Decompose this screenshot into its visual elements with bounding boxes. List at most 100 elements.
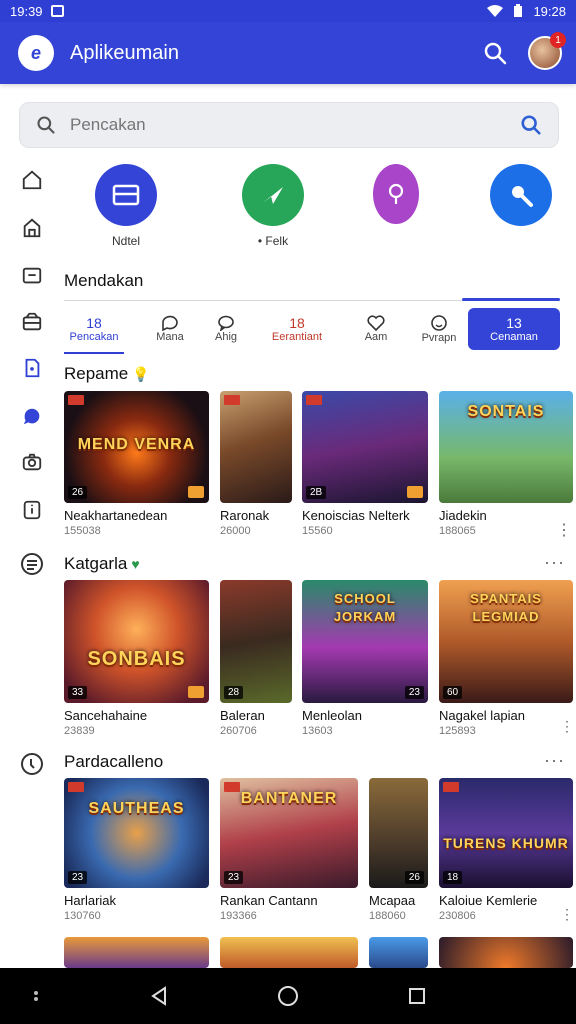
flag-icon: [68, 782, 84, 792]
status-clock-right: 19:28: [533, 3, 566, 19]
list-icon[interactable]: [18, 550, 46, 578]
game-thumbnail[interactable]: 28: [220, 580, 292, 703]
game-thumbnail[interactable]: 2B: [302, 391, 428, 503]
game-downloads: 193366: [220, 910, 257, 922]
system-nav-bar: [0, 968, 576, 1024]
game-downloads: 230806: [439, 910, 476, 922]
tab-pencakan[interactable]: 18 Pencakan: [60, 308, 128, 354]
game-card[interactable]: SONTAIS Jiadekin 188065: [439, 391, 573, 537]
section-title-pardacalleno: Pardacalleno: [64, 752, 164, 771]
game-name: Sancehahaine: [64, 708, 148, 723]
tab-pvrapn[interactable]: Pvrapn: [412, 308, 466, 350]
game-downloads: 15560: [302, 525, 333, 537]
game-card-partial[interactable]: [439, 937, 573, 968]
game-name: Kaloiue Kemlerie: [439, 893, 538, 908]
game-card[interactable]: Raronak 26000: [220, 391, 292, 537]
app-title: Aplikeumain: [70, 41, 179, 64]
search-icon: [484, 42, 507, 65]
game-thumbnail[interactable]: SAUTHEAS 23: [64, 778, 209, 888]
game-card-partial[interactable]: [369, 937, 428, 968]
tab-ahig[interactable]: Ahig: [200, 308, 252, 350]
key-icon: [490, 164, 552, 226]
section-title-text: Mendakan: [64, 271, 144, 290]
status-bar: 19:39 19:28: [0, 0, 576, 22]
game-thumbnail[interactable]: BANTANER 23: [220, 778, 358, 888]
recents-icon[interactable]: [403, 982, 431, 1010]
game-thumbnail[interactable]: SCHOOL JORKAM 23: [302, 580, 428, 703]
game-card[interactable]: BANTANER 23 Rankan Cantann 193366: [220, 778, 358, 922]
message-icon[interactable]: [18, 262, 46, 290]
info-icon[interactable]: [18, 496, 46, 524]
app-bar: e Aplikeumain 1: [0, 22, 576, 84]
tab-aam[interactable]: Aam: [350, 308, 402, 350]
game-thumbnail[interactable]: [220, 391, 292, 503]
avatar[interactable]: 1: [528, 32, 566, 70]
game-downloads: 188065: [439, 525, 476, 537]
app-logo[interactable]: e: [18, 35, 54, 71]
game-card-partial[interactable]: [64, 937, 209, 968]
game-thumbnail[interactable]: SPANTAIS LEGMIAD 60: [439, 580, 573, 703]
camera-icon[interactable]: [18, 448, 46, 476]
game-thumbnail[interactable]: [64, 937, 209, 968]
nav-menu-icon[interactable]: [22, 982, 50, 1010]
game-card[interactable]: SAUTHEAS 23 Harlariak 130760: [64, 778, 209, 922]
back-icon[interactable]: [145, 982, 173, 1010]
game-card[interactable]: TURENS KHUMR 18 Kaloiue Kemlerie 230806: [439, 778, 573, 922]
flag-icon: [68, 395, 84, 405]
shortcut-label: • Felk: [257, 234, 289, 248]
home-icon[interactable]: [18, 166, 46, 194]
more-options-icon[interactable]: ···: [544, 750, 565, 771]
inbox-icon[interactable]: [18, 308, 46, 336]
game-thumbnail[interactable]: [220, 937, 358, 968]
tag-icon: [407, 486, 423, 498]
game-name: Jiadekin: [439, 508, 487, 523]
more-options-icon[interactable]: ⋮: [556, 520, 573, 540]
search-button[interactable]: [480, 38, 510, 68]
search-input[interactable]: [70, 115, 520, 135]
shortcut-1[interactable]: Ndtel: [95, 164, 157, 248]
game-card[interactable]: MEND VENRA 26 Neakhartanedean 155038: [64, 391, 209, 537]
game-card[interactable]: 26 Mcapaa 188060: [369, 778, 428, 922]
section-title-repame: Repame 💡: [64, 364, 150, 383]
shortcut-3[interactable]: [373, 164, 421, 224]
notification-badge: 1: [550, 32, 566, 48]
game-name: Menleolan: [302, 708, 362, 723]
tab-eerantiant[interactable]: 18 Eerantiant: [260, 308, 334, 350]
game-thumbnail[interactable]: TURENS KHUMR 18: [439, 778, 573, 888]
game-card[interactable]: 28 Baleran 260706: [220, 580, 292, 737]
game-thumbnail[interactable]: SONBAIS 33: [64, 580, 209, 703]
timer-icon[interactable]: [18, 750, 46, 778]
search-submit-icon[interactable]: [520, 114, 542, 136]
face-icon: [431, 315, 447, 331]
tab-cenaman[interactable]: 13 Cenaman: [468, 308, 560, 350]
game-card[interactable]: SPANTAIS LEGMIAD 60 Nagakel lapian 12589…: [439, 580, 573, 737]
home-nav-icon[interactable]: [274, 982, 302, 1010]
game-thumbnail[interactable]: [439, 937, 573, 968]
shortcut-2[interactable]: • Felk: [242, 164, 304, 248]
game-thumbnail[interactable]: 26: [369, 778, 428, 888]
game-card[interactable]: SCHOOL JORKAM 23 Menleolan 13603: [302, 580, 428, 737]
game-thumbnail[interactable]: [369, 937, 428, 968]
more-options-icon[interactable]: ⋮: [560, 906, 575, 923]
search-bar[interactable]: [19, 102, 559, 148]
store-icon[interactable]: [18, 214, 46, 242]
window-icon: [95, 164, 157, 226]
flag-icon: [306, 395, 322, 405]
game-card-partial[interactable]: [220, 937, 358, 968]
shortcut-label: Ndtel: [111, 234, 140, 248]
shortcut-4[interactable]: [490, 164, 552, 226]
flag-icon: [443, 782, 459, 792]
more-options-icon[interactable]: ···: [544, 552, 565, 573]
divider-accent: [462, 298, 560, 301]
game-card[interactable]: SONBAIS 33 Sancehahaine 23839: [64, 580, 209, 737]
chat-active-icon[interactable]: [18, 402, 46, 430]
tab-mana[interactable]: Mana: [142, 308, 198, 350]
game-downloads: 23839: [64, 725, 95, 737]
game-downloads: 155038: [64, 525, 101, 537]
game-card[interactable]: 2B Kenoiscias Nelterk 15560: [302, 391, 428, 537]
game-thumbnail[interactable]: MEND VENRA 26: [64, 391, 209, 503]
game-thumbnail[interactable]: SONTAIS: [439, 391, 573, 503]
game-name: Rankan Cantann: [220, 893, 318, 908]
more-options-icon[interactable]: ⋮: [560, 718, 575, 735]
document-icon[interactable]: [18, 354, 46, 382]
